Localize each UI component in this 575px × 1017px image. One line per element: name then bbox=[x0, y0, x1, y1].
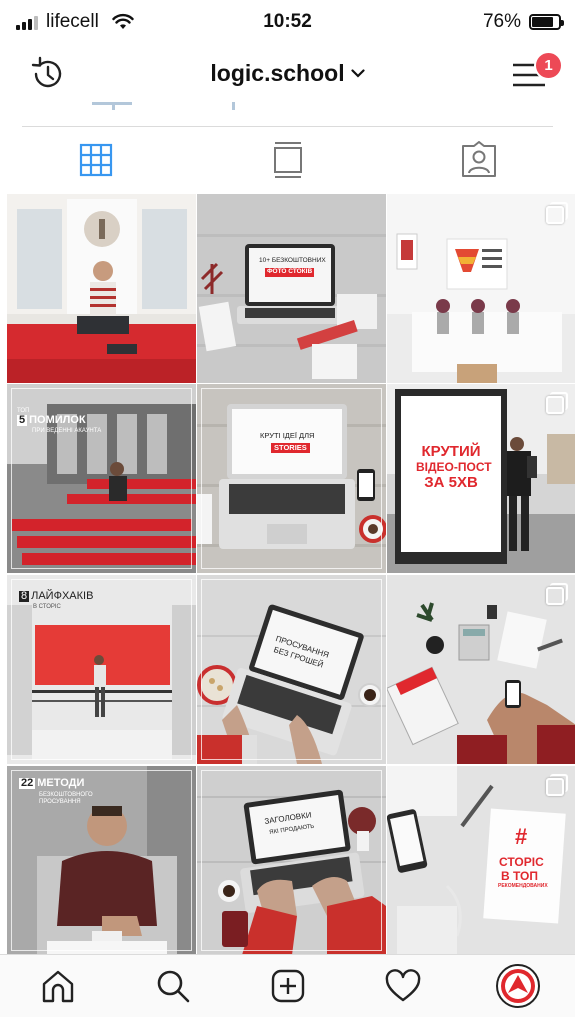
post-thumbnail[interactable] bbox=[7, 194, 196, 383]
post-thumbnail[interactable]: # СТОРІС В ТОП РЕКОМЕНДОВАНИХ bbox=[387, 766, 575, 955]
post-photo bbox=[197, 766, 386, 955]
account-name[interactable]: logic.school bbox=[210, 60, 344, 86]
post-photo bbox=[197, 384, 386, 573]
phone-screen: lifecell 10:52 76% logic.school 1 10+ БЕ… bbox=[0, 0, 575, 1017]
post-text-line2: В ТОП bbox=[501, 869, 538, 883]
bottom-tab-bar bbox=[0, 954, 575, 1017]
post-text-line2: ВІДЕО-ПОСТ bbox=[416, 460, 492, 474]
post-thumbnail[interactable]: КРУТІ ІДЕЇ ДЛЯ STORIES bbox=[197, 384, 386, 573]
post-thumbnail[interactable] bbox=[387, 575, 575, 764]
tab-profile[interactable] bbox=[460, 955, 575, 1017]
post-text-line1: КРУТІ ІДЕЇ ДЛЯ bbox=[260, 431, 315, 440]
history-icon[interactable] bbox=[28, 54, 68, 94]
notification-badge: 1 bbox=[534, 51, 563, 80]
search-icon bbox=[157, 970, 189, 1003]
status-bar: lifecell 10:52 76% bbox=[0, 0, 575, 46]
post-thumbnail[interactable]: КРУТИЙ ВІДЕО-ПОСТ ЗА 5ХВ bbox=[387, 384, 575, 573]
post-thumbnail[interactable] bbox=[387, 194, 575, 383]
tab-activity[interactable] bbox=[345, 955, 460, 1017]
multiple-photos-icon bbox=[546, 583, 568, 605]
post-number: 22 bbox=[19, 777, 36, 789]
multiple-photos-icon bbox=[546, 392, 568, 414]
post-subtitle: ПРИ ВЕДЕННІ АКАУНТА bbox=[32, 428, 102, 434]
post-text-line1: КРУТИЙ bbox=[421, 443, 481, 460]
profile-header: logic.school 1 bbox=[0, 46, 575, 102]
tab-search[interactable] bbox=[115, 955, 230, 1017]
grid-icon bbox=[79, 143, 112, 177]
post-photo bbox=[7, 766, 196, 955]
post-text-line3: ЗА 5ХВ bbox=[424, 474, 478, 491]
tab-home[interactable] bbox=[0, 955, 115, 1017]
battery-icon bbox=[529, 14, 564, 30]
post-thumbnail[interactable]: ЗАГОЛОВКИ ЯКІ ПРОДАЮТЬ bbox=[197, 766, 386, 955]
post-thumbnail[interactable]: 8 ЛАЙФХАКІВ В СТОРІС bbox=[7, 575, 196, 764]
account-switcher: logic.school bbox=[0, 60, 575, 87]
post-hash: # bbox=[515, 824, 528, 849]
multiple-photos-icon bbox=[546, 202, 568, 224]
post-title: 8 ЛАЙФХАКІВ bbox=[19, 590, 94, 602]
post-thumbnail[interactable]: ПРОСУВАННЯ БЕЗ ГРОШЕЙ bbox=[197, 575, 386, 764]
profile-buttons-edge bbox=[22, 102, 553, 110]
post-thumbnail[interactable]: 22 МЕТОДИ БЕЗКОШТОВНОГО ПРОСУВАННЯ bbox=[7, 766, 196, 955]
post-photo bbox=[7, 384, 196, 573]
post-title: 22 МЕТОДИ bbox=[19, 777, 85, 789]
posts-grid: 10+ БЕЗКОШТОВНИХ ФОТО СТОКІВ ТОП 5 ПОМИЛ… bbox=[7, 194, 575, 955]
tab-grid[interactable] bbox=[0, 127, 192, 193]
battery-percent: 76% bbox=[482, 11, 521, 32]
feed-icon bbox=[273, 142, 302, 178]
post-title: 5 ПОМИЛОК bbox=[17, 414, 86, 426]
post-text-line2: ФОТО СТОКІВ bbox=[265, 268, 315, 277]
post-text-line2: STORIES bbox=[271, 443, 310, 453]
chevron-down-icon[interactable] bbox=[350, 69, 365, 78]
tab-feed[interactable] bbox=[192, 127, 384, 193]
post-number: 8 bbox=[19, 590, 30, 602]
multiple-photos-icon bbox=[546, 774, 568, 796]
activity-heart-icon bbox=[385, 969, 420, 1002]
post-thumbnail[interactable]: ТОП 5 ПОМИЛОК ПРИ ВЕДЕННІ АКАУНТА bbox=[7, 384, 196, 573]
post-thumbnail[interactable]: 10+ БЕЗКОШТОВНИХ ФОТО СТОКІВ bbox=[197, 194, 386, 383]
post-photo bbox=[7, 194, 196, 383]
post-subtitle-2: ПРОСУВАННЯ bbox=[39, 799, 81, 805]
post-text-line1: 10+ БЕЗКОШТОВНИХ bbox=[259, 257, 326, 264]
profile-avatar-icon bbox=[495, 964, 540, 1008]
post-number: 5 bbox=[17, 414, 28, 426]
tagged-icon bbox=[462, 141, 497, 177]
post-text-line3: РЕКОМЕНДОВАНИХ bbox=[498, 883, 548, 889]
post-photo bbox=[197, 575, 386, 764]
new-post-icon bbox=[271, 969, 304, 1003]
tab-new-post[interactable] bbox=[230, 955, 345, 1017]
tab-tagged[interactable] bbox=[383, 127, 575, 193]
post-photo bbox=[197, 194, 386, 383]
profile-tabs bbox=[0, 127, 575, 193]
post-text-line1: СТОРІС bbox=[499, 855, 544, 869]
post-subtitle: В СТОРІС bbox=[33, 604, 61, 610]
post-subtitle-1: БЕЗКОШТОВНОГО bbox=[39, 792, 93, 798]
home-icon bbox=[42, 970, 73, 1003]
